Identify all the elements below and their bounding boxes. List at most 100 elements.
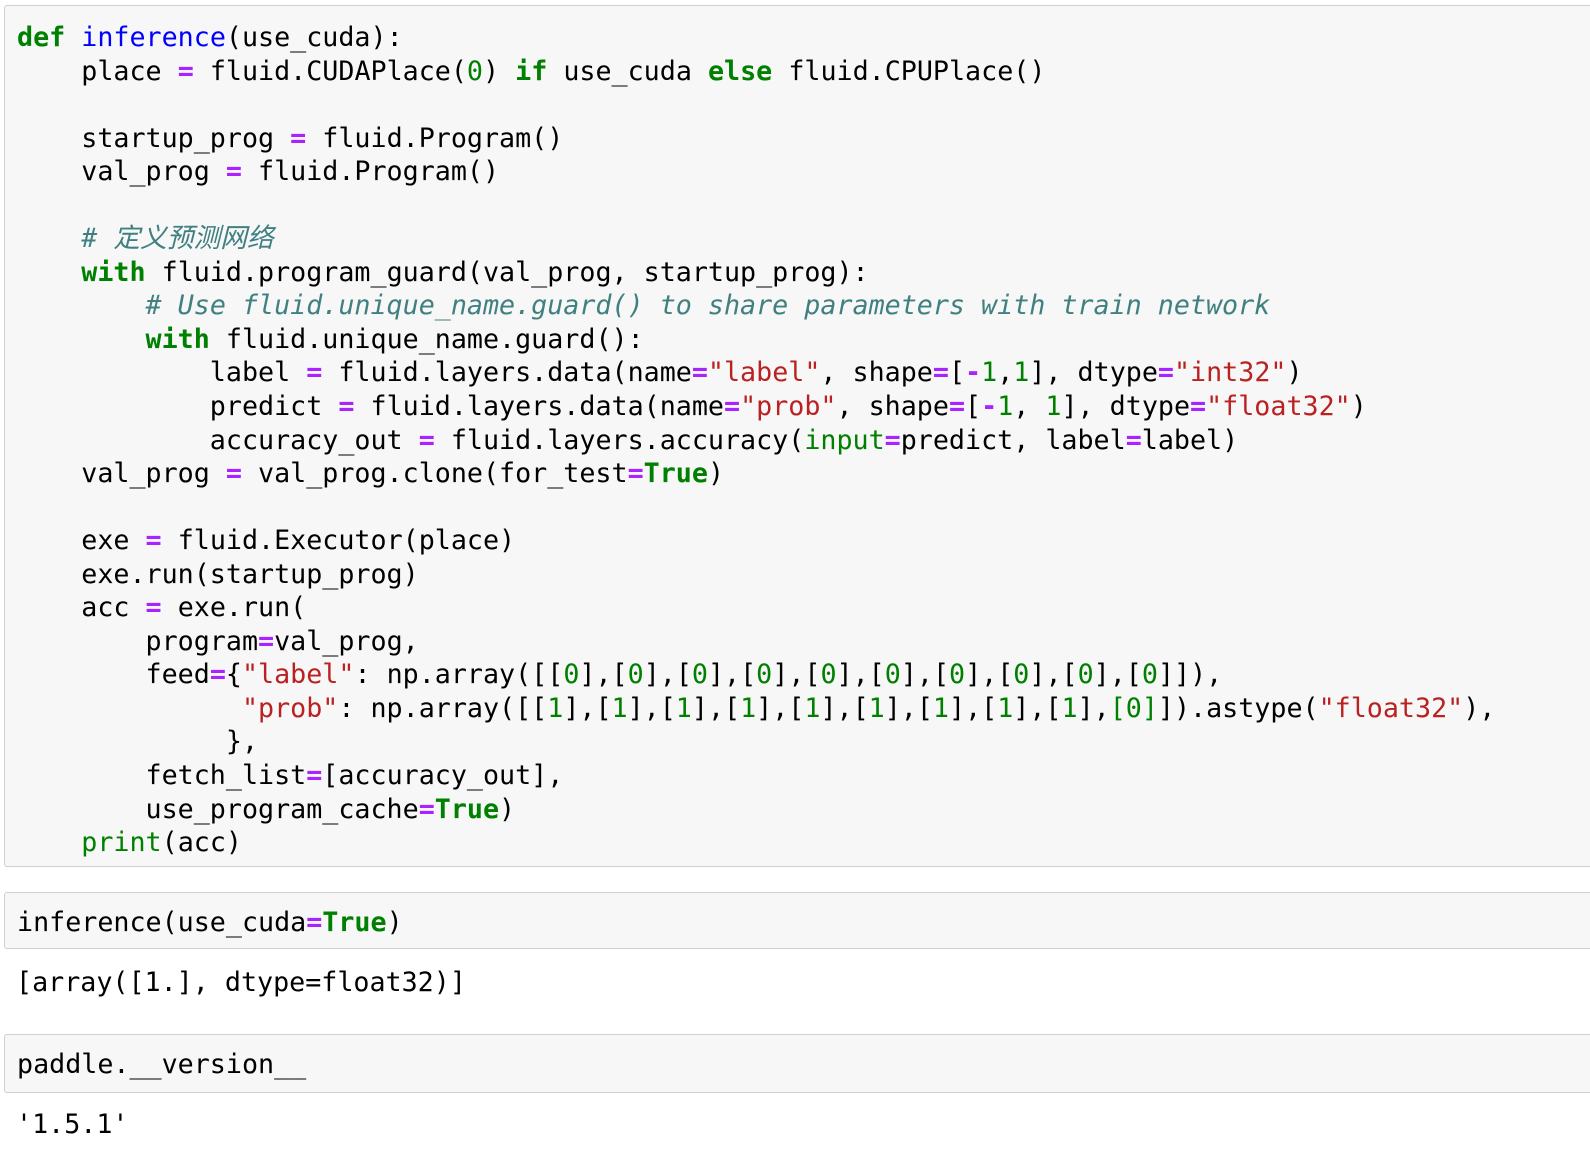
- code-token: True: [643, 458, 708, 490]
- code-token: accuracy_out: [17, 424, 419, 456]
- code-token: 1: [997, 692, 1014, 724]
- code-line: },: [17, 726, 258, 757]
- code-token: ],[: [772, 659, 821, 691]
- code-token: ],[: [900, 659, 950, 691]
- code-token: ], dtype: [1061, 391, 1191, 423]
- code-token: 0: [563, 659, 580, 691]
- code-token: -: [981, 391, 998, 423]
- code-token: 0: [820, 659, 837, 691]
- cell-output: [array([1.], dtype=float32)]: [16, 967, 466, 998]
- code-token: startup_prog: [17, 122, 291, 154]
- code-token: ): [386, 907, 403, 938]
- code-token: =: [948, 391, 966, 423]
- code-token: ],[: [643, 659, 692, 691]
- code-token: =: [306, 907, 323, 938]
- code-token: 0: [1013, 659, 1030, 691]
- code-token: True: [434, 793, 500, 825]
- code-token: =: [306, 357, 323, 389]
- code-token: "prob": [740, 391, 837, 423]
- code-token: fluid.CPUPlace(): [772, 55, 1046, 87]
- code-token: 0: [1141, 659, 1158, 691]
- code-token: [: [965, 391, 982, 423]
- code-token: =: [1157, 357, 1174, 389]
- code-token: ],[: [756, 692, 805, 724]
- code-token: predict: [17, 391, 339, 423]
- code-token: fetch_list: [17, 760, 307, 792]
- code-token: 1: [740, 692, 757, 724]
- code-token: place: [17, 55, 178, 87]
- code-editor[interactable]: def inference(use_cuda): place = fluid.C…: [17, 21, 1495, 860]
- code-token: ): [1350, 391, 1367, 423]
- code-token: =: [225, 458, 242, 490]
- code-token: 0: [756, 659, 773, 691]
- code-line: use_program_cache=True): [17, 793, 516, 825]
- code-line: def inference(use_cuda):: [17, 22, 403, 53]
- code-token: "int32": [1173, 357, 1287, 389]
- code-token: val_prog: [17, 156, 226, 188]
- code-token: fluid.program_guard(val_prog, startup_pr…: [145, 256, 869, 288]
- code-token: inference: [81, 22, 226, 53]
- code-token: fluid.layers.data(name: [322, 357, 692, 389]
- code-token: exe.run(startup_prog): [17, 558, 419, 590]
- code-token: ],: [1077, 692, 1110, 724]
- code-token: print: [81, 827, 162, 859]
- code-token: : np.array([[: [354, 659, 564, 691]
- code-token: 0: [627, 659, 644, 691]
- code-cell-paddle-version[interactable]: paddle.__version__: [4, 1034, 1590, 1093]
- code-token: 0: [691, 659, 708, 691]
- code-token: "prob": [241, 692, 339, 724]
- code-token: ): [707, 458, 725, 490]
- code-token: =: [145, 592, 162, 624]
- code-token: label: [17, 357, 307, 389]
- code-token: ): [1286, 357, 1303, 389]
- code-line: # 定义预测网络: [17, 223, 273, 254]
- code-token: =: [290, 122, 307, 154]
- code-token: ],[: [1093, 659, 1142, 691]
- code-token: if: [515, 55, 548, 87]
- code-token: paddle.__version__: [17, 1049, 307, 1080]
- code-cell-inference-def[interactable]: def inference(use_cuda): place = fluid.C…: [4, 5, 1590, 867]
- code-line: exe.run(startup_prog): [17, 558, 419, 590]
- code-line: # Use fluid.unique_name.guard() to share…: [17, 290, 1271, 321]
- code-line: with fluid.unique_name.guard():: [17, 324, 644, 355]
- code-token: ],[: [836, 659, 885, 691]
- code-token: =: [691, 357, 708, 389]
- code-token: ], dtype: [1029, 357, 1158, 389]
- code-line: exe = fluid.Executor(place): [17, 525, 515, 556]
- code-token: =: [932, 357, 949, 389]
- code-line: "prob": np.array([[1],[1],[1],[1],[1],[1…: [17, 693, 1495, 724]
- cell-output: '1.5.1': [16, 1109, 129, 1140]
- code-token: ],[: [707, 659, 757, 691]
- code-token: 1: [547, 692, 564, 724]
- code-token: ],[: [579, 659, 628, 691]
- code-token: 1: [868, 692, 885, 724]
- code-token: else: [707, 55, 773, 87]
- code-token: label): [1141, 424, 1239, 456]
- code-token: =: [177, 55, 194, 87]
- code-token: ]).astype(: [1157, 692, 1319, 724]
- code-token: ],[: [1013, 692, 1062, 724]
- code-token: =: [418, 424, 435, 456]
- code-line: accuracy_out = fluid.layers.accuracy(inp…: [17, 425, 1238, 456]
- code-token: =: [258, 625, 275, 657]
- code-token: =: [627, 458, 644, 490]
- code-line: val_prog = val_prog.clone(for_test=True): [17, 458, 724, 489]
- code-token: "float32": [1318, 692, 1464, 724]
- code-token: =: [145, 525, 162, 557]
- code-editor[interactable]: paddle.__version__: [17, 1048, 306, 1082]
- code-token: acc: [17, 592, 146, 624]
- code-token: =: [338, 391, 355, 423]
- code-cell-run-inference[interactable]: inference(use_cuda=True): [4, 892, 1590, 949]
- code-token: val_prog: [17, 458, 226, 490]
- code-token: "float32": [1206, 391, 1351, 423]
- code-line: print(acc): [17, 827, 242, 858]
- code-token: (use_cuda):: [225, 22, 403, 53]
- code-token: ],[: [949, 692, 998, 724]
- code-editor[interactable]: inference(use_cuda=True): [17, 906, 403, 940]
- code-token: program: [17, 625, 259, 657]
- code-token: 1: [804, 692, 821, 724]
- code-token: ],[: [884, 692, 933, 724]
